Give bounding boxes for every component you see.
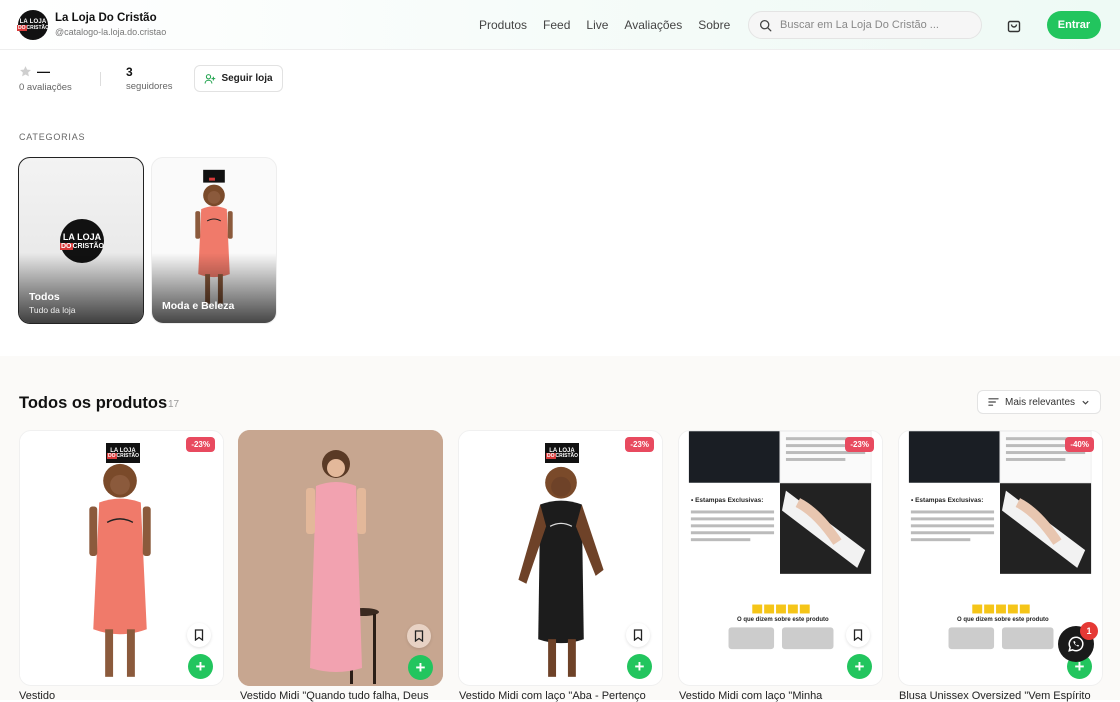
rating-count-label: 0 avaliações	[19, 82, 72, 93]
bookmark-icon	[853, 629, 863, 641]
search-input[interactable]	[780, 19, 960, 31]
logo-large-line2: DOCRISTÃO	[60, 242, 104, 250]
category-moda-beleza[interactable]: Moda e Beleza	[151, 157, 277, 324]
discount-badge: -23%	[845, 437, 874, 452]
main-nav: Produtos Feed Live Avaliações Sobre	[479, 18, 730, 32]
store-name[interactable]: La Loja Do Cristão	[55, 12, 157, 24]
product-card[interactable]: +	[238, 430, 443, 686]
category-label: Moda e Beleza	[162, 300, 235, 312]
store-logo[interactable]: LA LOJA DOCRISTÃO	[17, 10, 49, 40]
product-image	[238, 430, 443, 686]
sort-lines-icon	[988, 398, 999, 406]
add-user-icon	[205, 73, 216, 84]
plus-icon: +	[195, 656, 206, 676]
nav-feed[interactable]: Feed	[543, 18, 570, 32]
product-name[interactable]: Vestido Midi com laço "Minha	[679, 690, 884, 702]
flyer-heading: • Estampas Exclusivas:	[691, 497, 764, 504]
bookmark-icon	[633, 629, 643, 641]
flyer-reviews-title: O que dizem sobre este produto	[737, 617, 829, 623]
login-button[interactable]: Entrar	[1047, 11, 1101, 39]
shopping-bag-icon[interactable]	[1006, 17, 1022, 33]
bookmark-button[interactable]	[846, 623, 870, 647]
followers-count: 3	[126, 65, 133, 79]
product-name[interactable]: Vestido Midi com laço "Aba - Pertenço	[459, 690, 664, 702]
search-box[interactable]	[748, 11, 982, 39]
product-name[interactable]: Vestido	[19, 690, 224, 702]
add-to-cart-button[interactable]: +	[188, 654, 213, 679]
nav-produtos[interactable]: Produtos	[479, 18, 527, 32]
stats-divider	[100, 72, 101, 86]
rating-value: —	[37, 64, 50, 79]
product-image	[459, 431, 662, 685]
discount-badge: -40%	[1065, 437, 1094, 452]
card-shade	[152, 253, 276, 323]
sort-label: Mais relevantes	[1004, 396, 1076, 408]
products-title: Todos os produtos	[19, 394, 168, 412]
bookmark-icon	[194, 629, 204, 641]
logo-large-line1: LA LOJA	[62, 231, 102, 242]
top-header: LA LOJA DOCRISTÃO La Loja Do Cristão @ca…	[0, 0, 1120, 50]
category-label: Todos	[29, 291, 60, 303]
categories-title: CATEGORIAS	[19, 132, 86, 142]
bookmark-button[interactable]	[626, 623, 650, 647]
add-to-cart-button[interactable]: +	[408, 655, 433, 680]
bookmark-button[interactable]	[187, 623, 211, 647]
plus-icon: +	[415, 657, 426, 677]
plus-icon: +	[854, 656, 865, 676]
brand-logo-line2: DOCRISTÃO	[546, 452, 578, 459]
product-card[interactable]: LA LOJA DOCRISTÃO -23% +	[19, 430, 224, 686]
brand-logo-line2: DOCRISTÃO	[107, 452, 139, 459]
product-name[interactable]: Blusa Unissex Oversized "Vem Espírito	[899, 690, 1104, 702]
category-todos[interactable]: LA LOJA DOCRISTÃO Todos Tudo da loja	[18, 157, 144, 324]
flyer-reviews-title: O que dizem sobre este produto	[957, 617, 1049, 623]
product-card[interactable]: • Estampas Exclusivas: O que dizem sobre…	[678, 430, 883, 686]
product-name[interactable]: Vestido Midi "Quando tudo falha, Deus	[240, 690, 445, 702]
product-image	[20, 431, 223, 685]
add-to-cart-button[interactable]: +	[627, 654, 652, 679]
flyer-heading: • Estampas Exclusivas:	[911, 497, 984, 504]
follow-label: Seguir loja	[221, 73, 273, 84]
star-icon	[20, 66, 31, 77]
logo-text-line2: DOCRISTÃO	[17, 25, 49, 31]
bookmark-button[interactable]	[407, 624, 431, 648]
product-image	[679, 431, 882, 685]
follow-store-button[interactable]: Seguir loja	[194, 65, 283, 92]
notification-badge: 1	[1080, 622, 1098, 640]
brand-logo: LA LOJA DOCRISTÃO	[545, 443, 579, 463]
nav-sobre[interactable]: Sobre	[698, 18, 730, 32]
store-handle: @catalogo-la.loja.do.cristao	[55, 27, 167, 37]
followers-label: seguidores	[126, 81, 173, 92]
nav-avaliacoes[interactable]: Avaliações	[624, 18, 682, 32]
sort-dropdown[interactable]: Mais relevantes	[977, 390, 1101, 414]
product-card[interactable]: LA LOJA DOCRISTÃO -23% +	[458, 430, 663, 686]
brand-logo: LA LOJA DOCRISTÃO	[106, 443, 140, 463]
discount-badge: -23%	[625, 437, 654, 452]
add-to-cart-button[interactable]: +	[847, 654, 872, 679]
products-count: 17	[168, 399, 180, 410]
chevron-down-icon	[1082, 400, 1089, 405]
discount-badge: -23%	[186, 437, 215, 452]
category-sub: Tudo da loja	[29, 305, 76, 315]
search-icon	[759, 19, 772, 31]
bookmark-icon	[414, 630, 424, 642]
plus-icon: +	[634, 656, 645, 676]
rating-summary: —	[19, 64, 50, 79]
nav-live[interactable]: Live	[586, 18, 608, 32]
